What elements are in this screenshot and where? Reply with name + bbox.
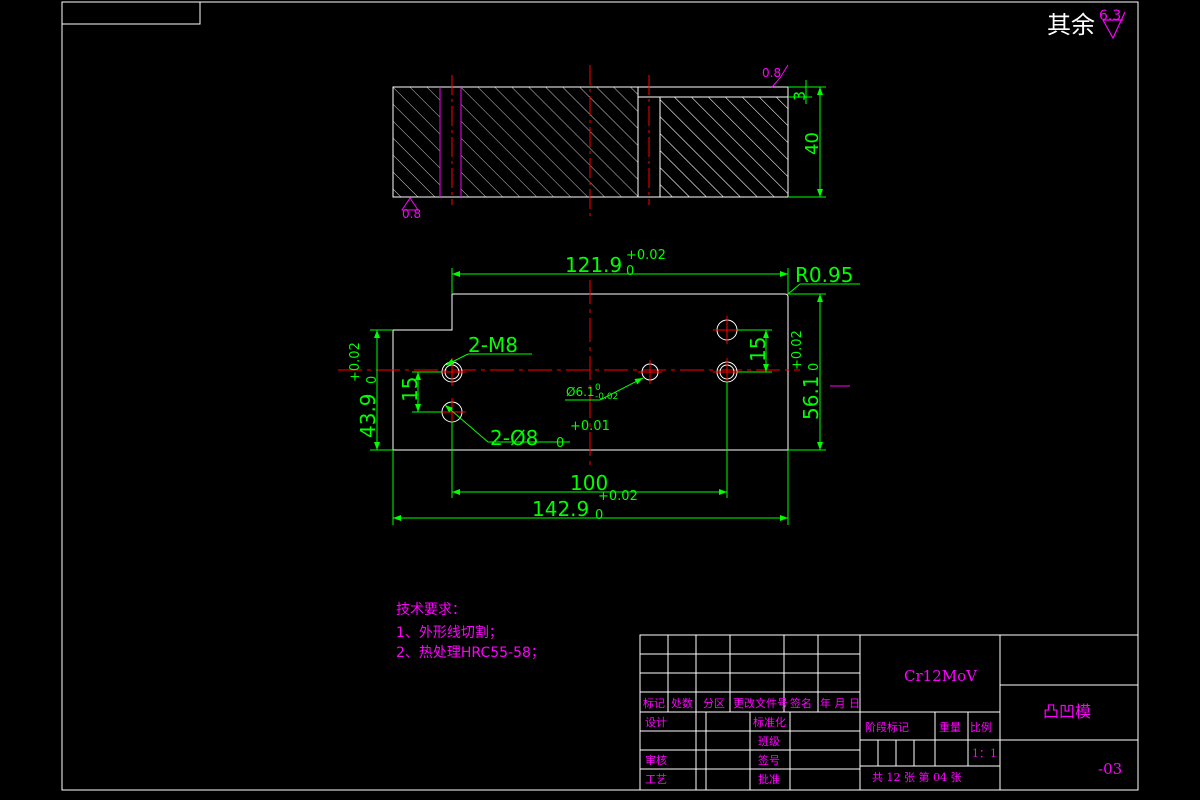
surface-finish-label: 其余 (1047, 11, 1095, 39)
roughness-top-value: 0.8 (762, 66, 781, 80)
row-sign: 签号 (758, 753, 780, 767)
sheet-info: 共 12 张 第 04 张 (872, 770, 961, 784)
dim-total-length: 142.9 (532, 497, 589, 521)
row-design: 设计 (645, 716, 667, 729)
dim-total-length-tol: +0.02 (598, 489, 638, 504)
tech-title: 技术要求： (396, 602, 466, 618)
row-process: 工艺 (645, 773, 667, 786)
dim-left-spacing: 15 (398, 377, 422, 402)
thread-callout: 2-M8 (468, 333, 518, 357)
material-name: Cr12MoV (904, 667, 978, 685)
small-hole-callout: Ø6.1 (566, 385, 595, 399)
drawing-number: -03 (1098, 760, 1122, 778)
row-scale: 比例 (970, 720, 992, 734)
scale-value: 1：1 (972, 747, 997, 760)
row-weight: 重量 (939, 720, 961, 734)
part-name: 凸凹模 (1043, 702, 1091, 721)
surface-finish-value: 6.3 (1099, 8, 1121, 24)
dim-total-length-base: 0 (595, 508, 603, 523)
dim-height-40: 40 (802, 132, 823, 155)
pin-hole-callout: 2-Ø8 (490, 426, 538, 450)
dim-right-height-tol: +0.02 (790, 330, 805, 370)
small-hole-tol-lower: -0.02 (595, 392, 618, 402)
hole-pin-right (713, 316, 741, 344)
tech-requirements: 技术要求： 1、外形线切割； 2、热处理HRC55-58； (396, 602, 545, 661)
row-level: 班级 (758, 735, 780, 748)
plan-view: 121.9 0 +0.02 R0.95 43.9 0 +0.02 15 15 5… (338, 248, 860, 525)
dim-radius: R0.95 (795, 263, 853, 287)
row-review: 审核 (645, 753, 667, 767)
header-change-doc: 更改文件号 (733, 696, 788, 710)
hole-pin-left (438, 398, 466, 426)
pin-hole-tol: +0.01 (570, 419, 610, 434)
default-surface-finish: 其余 6.3 (1047, 8, 1126, 40)
row-approve: 批准 (758, 772, 780, 786)
dim-top-length-tol: +0.02 (626, 248, 666, 263)
tech-item-2: 2、热处理HRC55-58； (396, 645, 545, 661)
dim-left-height: 43.9 (356, 393, 380, 438)
dim-top-length-base: 0 (626, 264, 634, 279)
pin-hole-base: 0 (556, 436, 564, 451)
row-stage: 阶段标记 (865, 720, 909, 734)
tech-item-1: 1、外形线切割； (396, 624, 503, 641)
row-standardize: 标准化 (753, 715, 786, 729)
header-date: 年 月 日 (820, 696, 860, 710)
hole-small-center (638, 360, 662, 384)
header-count: 处数 (671, 697, 693, 710)
hole-m8-right (713, 358, 741, 386)
header-sign: 签名 (790, 696, 812, 710)
dim-left-height-tol: +0.02 (348, 342, 363, 382)
cad-drawing: 其余 6.3 40 3 0.8 0.8 121.9 0 +0.02 R0.95 … (61, 1, 1139, 791)
dim-step-3: 3 (790, 91, 809, 101)
dim-right-spacing: 15 (746, 337, 770, 362)
dim-left-height-base: 0 (365, 376, 380, 384)
dim-right-height: 56.1 (799, 375, 823, 420)
roughness-bottom-value: 0.8 (402, 207, 421, 221)
section-view: 40 3 0.8 0.8 (392, 64, 826, 221)
header-zone: 分区 (703, 697, 725, 710)
header-mark: 标记 (643, 696, 665, 710)
dim-top-length: 121.9 (565, 253, 622, 277)
dim-right-height-base: 0 (807, 363, 822, 371)
